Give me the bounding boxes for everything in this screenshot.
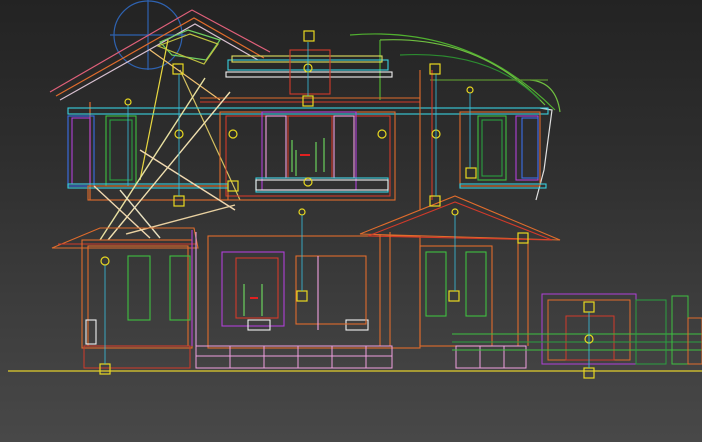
ground-floor bbox=[51, 195, 561, 349]
house-wireframe[interactable] bbox=[0, 0, 702, 442]
left-gable-roof bbox=[49, 0, 271, 201]
right-fence-gate bbox=[452, 293, 702, 365]
3d-viewport[interactable] bbox=[0, 0, 702, 442]
sun-light-icon bbox=[100, 63, 594, 344]
foundation-steps bbox=[83, 345, 527, 369]
light-target-lines bbox=[104, 42, 590, 368]
